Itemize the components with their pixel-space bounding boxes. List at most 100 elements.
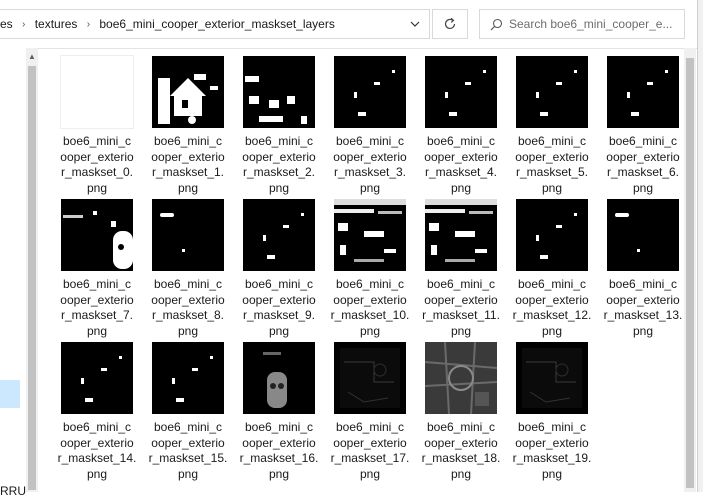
file-name-line: boe6_mini_c: [335, 277, 405, 291]
image-thumbnail[interactable]: [607, 56, 679, 128]
image-thumbnail[interactable]: [425, 199, 497, 271]
file-name-label[interactable]: boe6_mini_c ooper_exterio r_maskset_5. png: [511, 134, 593, 196]
image-thumbnail[interactable]: [516, 199, 588, 271]
breadcrumb-partial[interactable]: es: [0, 17, 19, 31]
file-name-line: boe6_mini_c: [426, 277, 496, 291]
file-name-label[interactable]: boe6_mini_c ooper_exterio r_maskset_16. png: [238, 420, 320, 482]
file-item[interactable]: boe6_mini_c ooper_exterio r_maskset_5. png: [511, 56, 593, 196]
image-thumbnail[interactable]: [516, 342, 588, 414]
nav-item-partial[interactable]: RRU: [0, 484, 26, 498]
file-name-line: boe6_mini_c: [517, 134, 587, 148]
image-thumbnail[interactable]: [243, 199, 315, 271]
search-icon: [490, 18, 503, 31]
image-thumbnail[interactable]: [61, 199, 133, 271]
file-name-label[interactable]: boe6_mini_c ooper_exterio r_maskset_2. png: [238, 134, 320, 196]
breadcrumb-textures[interactable]: textures: [29, 17, 84, 31]
image-thumbnail[interactable]: [61, 342, 133, 414]
image-thumbnail[interactable]: [334, 56, 406, 128]
file-item[interactable]: boe6_mini_c ooper_exterio r_maskset_6. png: [602, 56, 684, 196]
file-item[interactable]: boe6_mini_c ooper_exterio r_maskset_3. png: [329, 56, 411, 196]
file-name-line: r_maskset_6.: [606, 165, 680, 179]
file-item[interactable]: boe6_mini_c ooper_exterio r_maskset_4. png: [420, 56, 502, 196]
file-name-line: boe6_mini_c: [335, 420, 405, 434]
file-name-label[interactable]: boe6_mini_c ooper_exterio r_maskset_12. png: [511, 277, 593, 339]
file-name-line: png: [177, 323, 199, 338]
file-item[interactable]: boe6_mini_c ooper_exterio r_maskset_9. png: [238, 199, 320, 339]
content-scrollbar-thumb[interactable]: [686, 58, 694, 488]
file-name-line: r_maskset_7.: [60, 308, 134, 322]
image-thumbnail[interactable]: [152, 342, 224, 414]
file-name-label[interactable]: boe6_mini_c ooper_exterio r_maskset_10. png: [329, 277, 411, 339]
file-name-line: boe6_mini_c: [62, 277, 132, 291]
image-thumbnail[interactable]: [516, 56, 588, 128]
file-item[interactable]: boe6_mini_c ooper_exterio r_maskset_7. png: [56, 199, 138, 339]
scroll-up-icon[interactable]: ▲: [26, 50, 38, 62]
file-name-label[interactable]: boe6_mini_c ooper_exterio r_maskset_11. png: [420, 277, 502, 339]
nav-scrollbar-thumb[interactable]: [28, 66, 36, 490]
address-toolbar: es › textures › boe6_mini_cooper_exterio…: [0, 0, 703, 49]
file-name-label[interactable]: boe6_mini_c ooper_exterio r_maskset_14. png: [56, 420, 138, 482]
image-thumbnail[interactable]: [425, 342, 497, 414]
file-name-label[interactable]: boe6_mini_c ooper_exterio r_maskset_6. png: [602, 134, 684, 196]
file-name-label[interactable]: boe6_mini_c ooper_exterio r_maskset_8. png: [147, 277, 229, 339]
image-thumbnail[interactable]: [334, 199, 406, 271]
file-item[interactable]: boe6_mini_c ooper_exterio r_maskset_0. png: [56, 55, 138, 196]
file-name-line: png: [450, 466, 472, 481]
image-thumbnail[interactable]: [334, 342, 406, 414]
file-name-label[interactable]: boe6_mini_c ooper_exterio r_maskset_1. png: [147, 134, 229, 196]
file-name-line: png: [268, 466, 290, 481]
file-item[interactable]: boe6_mini_c ooper_exterio r_maskset_1. png: [147, 56, 229, 196]
file-name-line: ooper_exterio: [333, 149, 407, 164]
search-box[interactable]: Search boe6_mini_cooper_e...: [479, 9, 685, 39]
file-item[interactable]: boe6_mini_c ooper_exterio r_maskset_12. png: [511, 199, 593, 339]
file-item[interactable]: boe6_mini_c ooper_exterio r_maskset_17. png: [329, 342, 411, 482]
image-thumbnail[interactable]: [152, 199, 224, 271]
file-name-line: png: [177, 180, 199, 195]
file-item[interactable]: boe6_mini_c ooper_exterio r_maskset_11. png: [420, 199, 502, 339]
address-bar[interactable]: es › textures › boe6_mini_cooper_exterio…: [0, 9, 430, 39]
file-name-label[interactable]: boe6_mini_c ooper_exterio r_maskset_0. png: [56, 134, 138, 196]
image-thumbnail[interactable]: [152, 56, 224, 128]
file-item[interactable]: boe6_mini_c ooper_exterio r_maskset_8. png: [147, 199, 229, 339]
file-name-label[interactable]: boe6_mini_c ooper_exterio r_maskset_15. png: [147, 420, 229, 482]
image-thumbnail[interactable]: [425, 56, 497, 128]
file-name-label[interactable]: boe6_mini_c ooper_exterio r_maskset_13. png: [602, 277, 684, 339]
nav-scrollbar[interactable]: ▲: [26, 48, 38, 492]
image-thumbnail[interactable]: [243, 342, 315, 414]
file-item[interactable]: boe6_mini_c ooper_exterio r_maskset_18. png: [420, 342, 502, 482]
file-item[interactable]: boe6_mini_c ooper_exterio r_maskset_13. png: [602, 199, 684, 339]
file-name-line: r_maskset_17.: [330, 451, 410, 465]
file-name-label[interactable]: boe6_mini_c ooper_exterio r_maskset_3. png: [329, 134, 411, 196]
file-name-label[interactable]: boe6_mini_c ooper_exterio r_maskset_17. png: [329, 420, 411, 482]
search-input[interactable]: Search boe6_mini_cooper_e...: [509, 17, 672, 31]
file-name-label[interactable]: boe6_mini_c ooper_exterio r_maskset_4. png: [420, 134, 502, 196]
chevron-right-icon[interactable]: ›: [83, 17, 93, 31]
file-item[interactable]: boe6_mini_c ooper_exterio r_maskset_16. png: [238, 342, 320, 482]
file-name-line: png: [541, 323, 563, 338]
image-thumbnail[interactable]: [607, 199, 679, 271]
file-name-label[interactable]: boe6_mini_c ooper_exterio r_maskset_19. png: [511, 420, 593, 482]
file-name-line: ooper_exterio: [333, 292, 407, 307]
file-item[interactable]: boe6_mini_c ooper_exterio r_maskset_14. png: [56, 342, 138, 482]
breadcrumb-current-folder[interactable]: boe6_mini_cooper_exterior_maskset_layers: [93, 17, 340, 31]
file-name-label[interactable]: boe6_mini_c ooper_exterio r_maskset_18. png: [420, 420, 502, 482]
file-name-line: ooper_exterio: [424, 149, 498, 164]
nav-selected-item[interactable]: [0, 380, 20, 408]
file-item[interactable]: boe6_mini_c ooper_exterio r_maskset_10. png: [329, 199, 411, 339]
file-name-line: png: [541, 466, 563, 481]
file-item[interactable]: boe6_mini_c ooper_exterio r_maskset_2. png: [238, 56, 320, 196]
image-thumbnail[interactable]: [60, 55, 134, 129]
image-thumbnail[interactable]: [243, 56, 315, 128]
file-name-label[interactable]: boe6_mini_c ooper_exterio r_maskset_7. png: [56, 277, 138, 339]
file-name-line: boe6_mini_c: [62, 420, 132, 434]
chevron-down-icon[interactable]: [403, 10, 427, 38]
file-item[interactable]: boe6_mini_c ooper_exterio r_maskset_15. png: [147, 342, 229, 482]
chevron-right-icon[interactable]: ›: [19, 17, 29, 31]
file-name-line: png: [632, 180, 654, 195]
refresh-button[interactable]: [432, 9, 468, 39]
content-scrollbar[interactable]: [684, 48, 696, 492]
file-name-label[interactable]: boe6_mini_c ooper_exterio r_maskset_9. png: [238, 277, 320, 339]
file-name-line: ooper_exterio: [151, 292, 225, 307]
navigation-pane[interactable]: RRU: [0, 48, 26, 498]
file-item[interactable]: boe6_mini_c ooper_exterio r_maskset_19. png: [511, 342, 593, 482]
